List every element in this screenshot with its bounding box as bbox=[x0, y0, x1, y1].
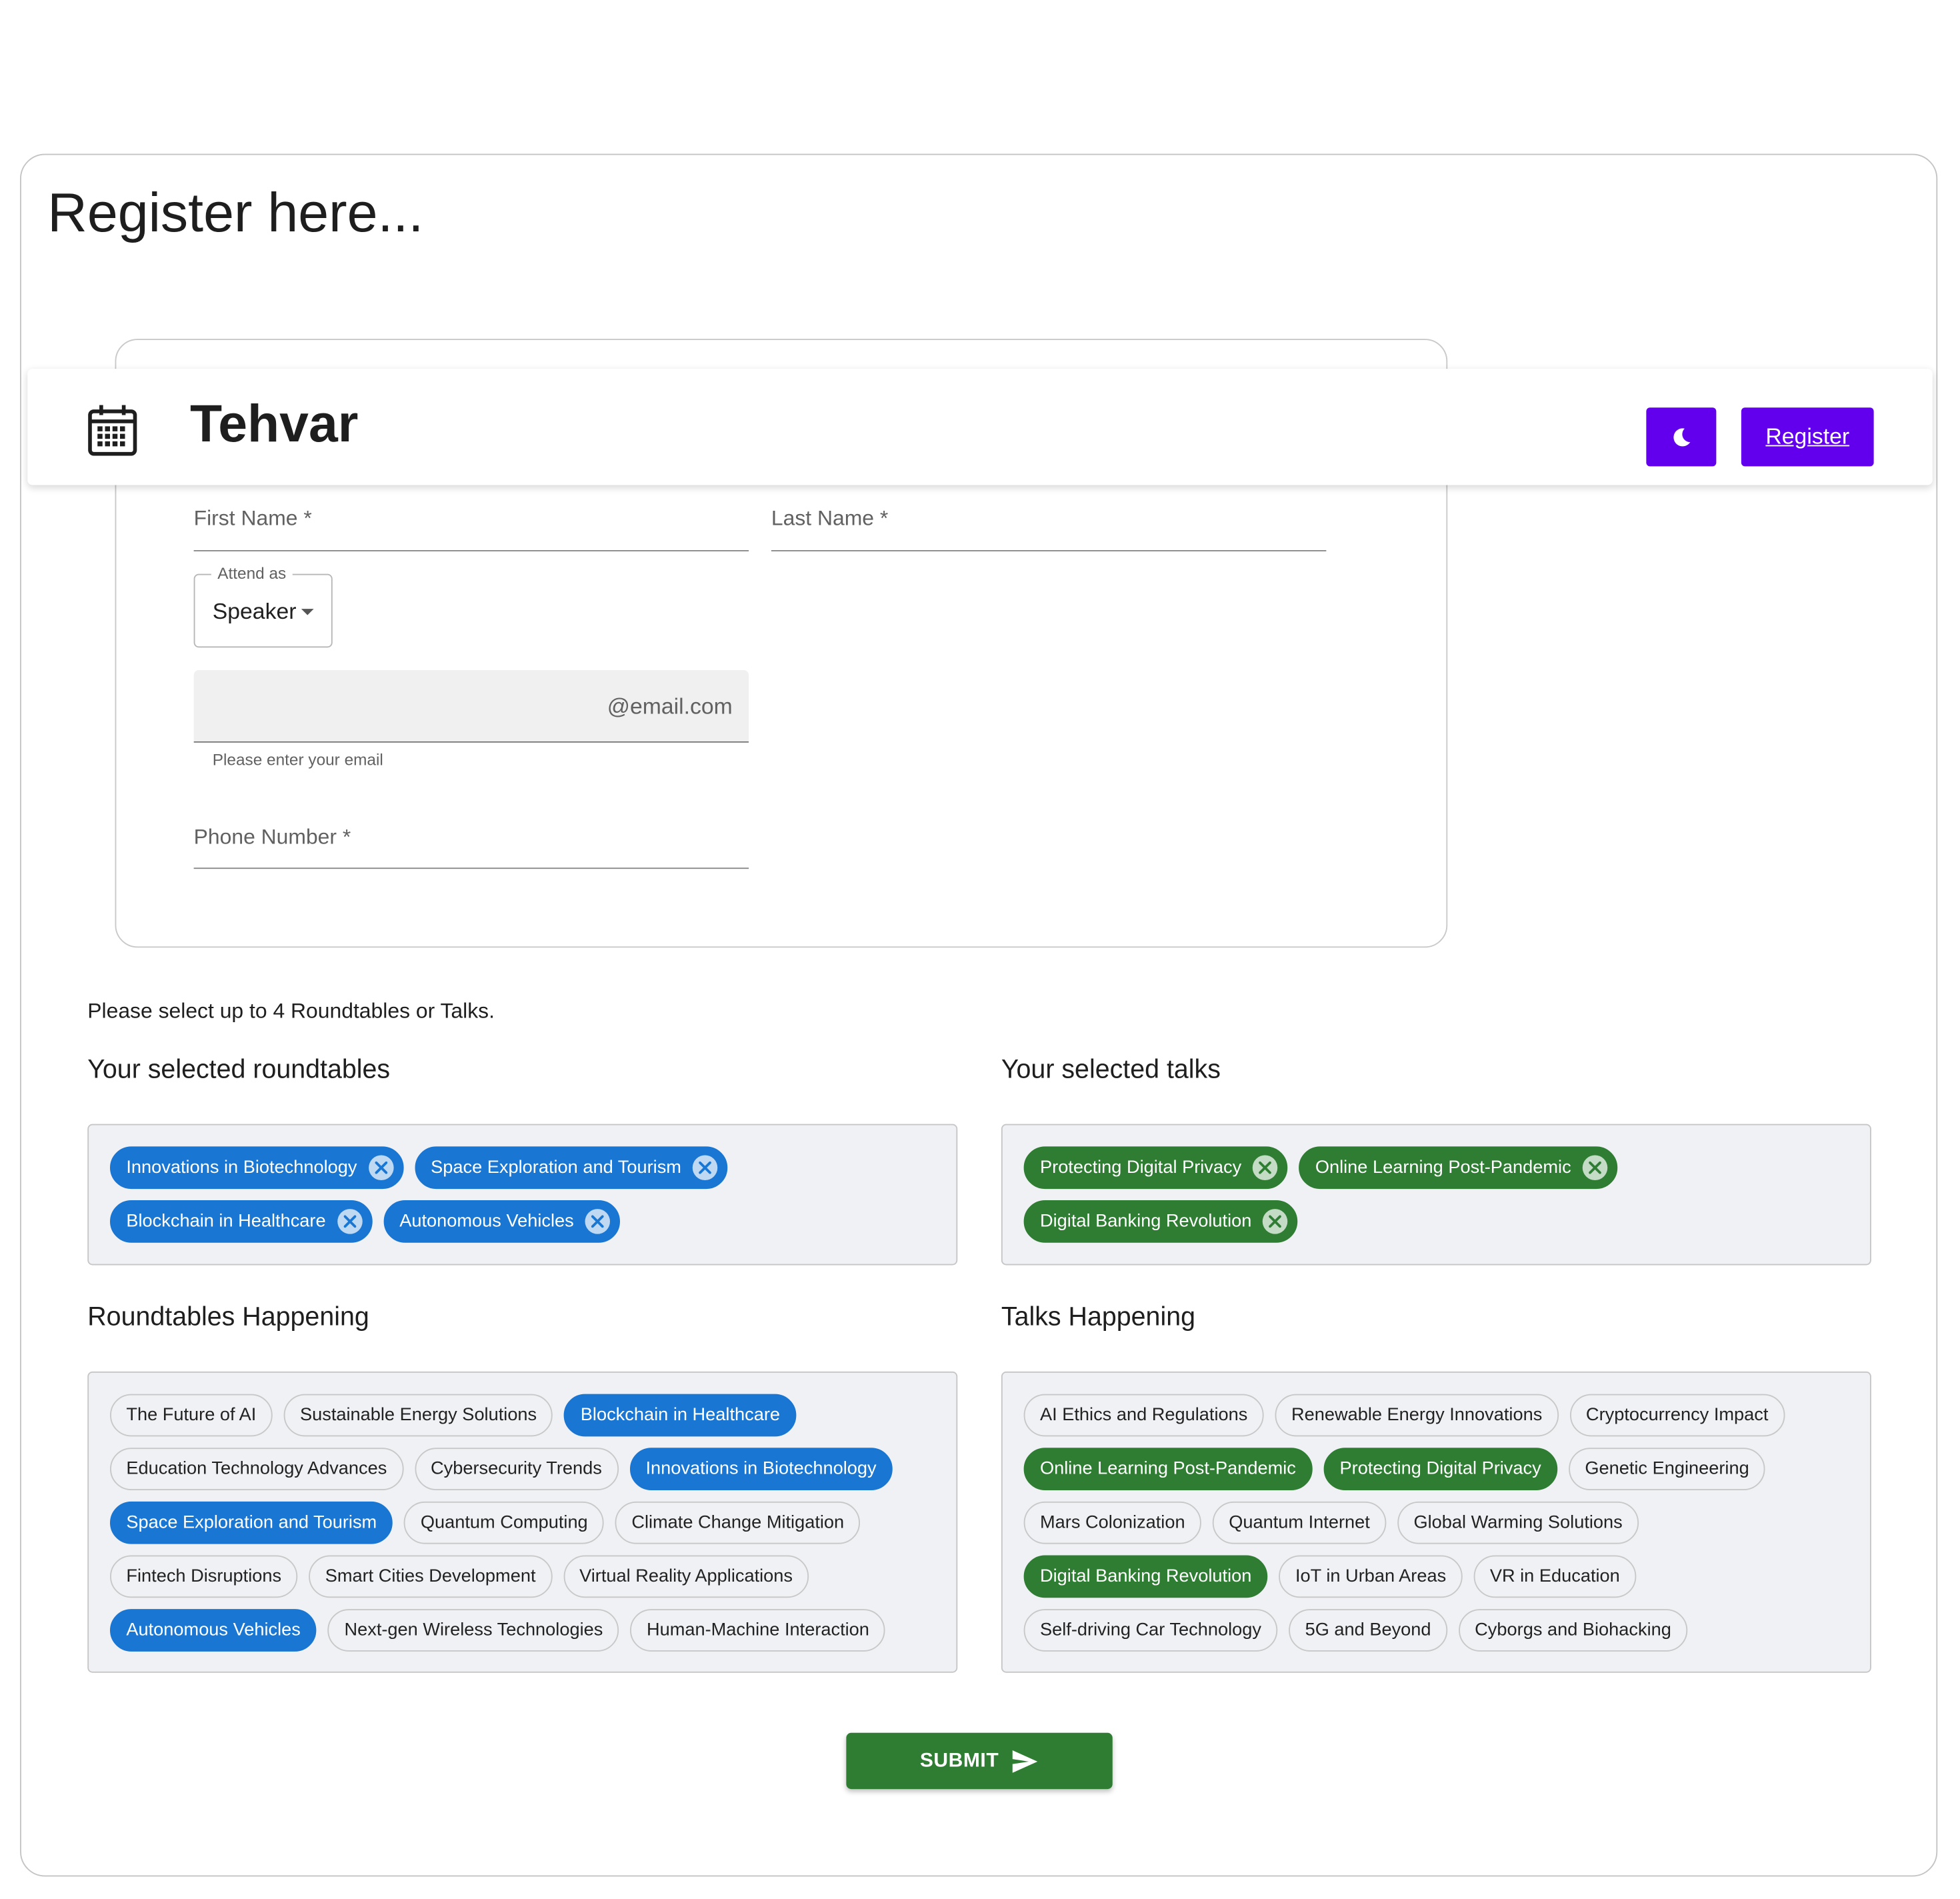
selected-talks-title: Your selected talks bbox=[1001, 1055, 1221, 1084]
talk-chip-self-driving-car-technology[interactable]: Self-driving Car Technology bbox=[1023, 1609, 1278, 1652]
selected-roundtable-chip-autonomous-vehicles[interactable]: Autonomous Vehicles bbox=[383, 1200, 621, 1243]
selected-roundtable-chip-space-exploration-and-tourism[interactable]: Space Exploration and Tourism bbox=[414, 1146, 728, 1190]
selected-talk-chip-digital-banking-revolution[interactable]: Digital Banking Revolution bbox=[1023, 1200, 1298, 1243]
attend-as-value: Speaker bbox=[212, 599, 297, 624]
talk-chip-renewable-energy-innovations[interactable]: Renewable Energy Innovations bbox=[1275, 1394, 1559, 1437]
roundtable-chip-climate-change-mitigation[interactable]: Climate Change Mitigation bbox=[615, 1501, 861, 1544]
chip-label: Protecting Digital Privacy bbox=[1040, 1158, 1242, 1178]
roundtable-chip-sustainable-energy-solutions[interactable]: Sustainable Energy Solutions bbox=[283, 1394, 553, 1437]
selected-talk-chip-protecting-digital-privacy[interactable]: Protecting Digital Privacy bbox=[1023, 1146, 1288, 1190]
brand-name: Tehvar bbox=[190, 393, 359, 453]
remove-icon[interactable] bbox=[1253, 1155, 1278, 1180]
talk-chip-online-learning-post-pandemic[interactable]: Online Learning Post-Pandemic bbox=[1023, 1448, 1313, 1490]
submit-button[interactable]: SUBMIT bbox=[846, 1732, 1113, 1790]
roundtable-chip-autonomous-vehicles[interactable]: Autonomous Vehicles bbox=[110, 1609, 317, 1652]
talk-chip-cryptocurrency-impact[interactable]: Cryptocurrency Impact bbox=[1569, 1394, 1785, 1437]
talks-title: Talks Happening bbox=[1001, 1302, 1195, 1332]
roundtable-chip-quantum-computing[interactable]: Quantum Computing bbox=[404, 1501, 605, 1544]
roundtable-chip-space-exploration-and-tourism[interactable]: Space Exploration and Tourism bbox=[110, 1501, 393, 1544]
page-title: Register here... bbox=[47, 182, 424, 244]
talk-chip-protecting-digital-privacy[interactable]: Protecting Digital Privacy bbox=[1323, 1448, 1558, 1490]
remove-icon[interactable] bbox=[692, 1155, 718, 1180]
talk-chip-mars-colonization[interactable]: Mars Colonization bbox=[1023, 1501, 1201, 1544]
submit-label: SUBMIT bbox=[919, 1750, 999, 1771]
phone-field[interactable] bbox=[193, 867, 749, 869]
talk-chip-cyborgs-and-biohacking[interactable]: Cyborgs and Biohacking bbox=[1458, 1609, 1688, 1652]
attend-as-select[interactable]: Attend as Speaker bbox=[193, 563, 333, 648]
roundtable-chip-human-machine-interaction[interactable]: Human-Machine Interaction bbox=[630, 1609, 886, 1652]
talk-chip-quantum-internet[interactable]: Quantum Internet bbox=[1212, 1501, 1387, 1544]
chip-label: Space Exploration and Tourism bbox=[431, 1158, 681, 1178]
talk-chip-iot-in-urban-areas[interactable]: IoT in Urban Areas bbox=[1279, 1555, 1463, 1598]
talk-chip-digital-banking-revolution[interactable]: Digital Banking Revolution bbox=[1023, 1555, 1268, 1598]
last-name-field[interactable] bbox=[771, 550, 1327, 551]
selected-talks-box: Protecting Digital Privacy Online Learnin… bbox=[1001, 1124, 1871, 1266]
talk-chip-genetic-engineering[interactable]: Genetic Engineering bbox=[1568, 1448, 1766, 1490]
email-field[interactable]: @email.com bbox=[193, 670, 749, 743]
remove-icon[interactable] bbox=[585, 1209, 611, 1234]
roundtable-chip-cybersecurity-trends[interactable]: Cybersecurity Trends bbox=[414, 1448, 619, 1490]
roundtable-chip-virtual-reality-applications[interactable]: Virtual Reality Applications bbox=[563, 1555, 809, 1598]
calendar-icon bbox=[88, 405, 137, 456]
register-button[interactable]: Register bbox=[1741, 407, 1874, 467]
moon-icon bbox=[1673, 427, 1691, 446]
chip-label: Innovations in Biotechnology bbox=[126, 1158, 357, 1178]
chip-label: Online Learning Post-Pandemic bbox=[1315, 1158, 1571, 1178]
email-suffix: @email.com bbox=[607, 693, 733, 719]
roundtable-chip-the-future-of-ai[interactable]: The Future of AI bbox=[110, 1394, 273, 1437]
roundtable-chip-innovations-in-biotechnology[interactable]: Innovations in Biotechnology bbox=[629, 1448, 893, 1490]
roundtables-box: The Future of AI Sustainable Energy Solut… bbox=[87, 1371, 958, 1673]
selection-instructions: Please select up to 4 Roundtables or Tal… bbox=[87, 999, 495, 1023]
talk-chip-global-warming-solutions[interactable]: Global Warming Solutions bbox=[1397, 1501, 1639, 1544]
talks-box: AI Ethics and Regulations Renewable Energ… bbox=[1001, 1371, 1871, 1673]
talk-chip-ai-ethics-and-regulations[interactable]: AI Ethics and Regulations bbox=[1023, 1394, 1264, 1437]
email-helper-text: Please enter your email bbox=[212, 750, 383, 769]
roundtable-chip-education-technology-advances[interactable]: Education Technology Advances bbox=[110, 1448, 403, 1490]
chip-label: Blockchain in Healthcare bbox=[126, 1211, 326, 1232]
selected-roundtable-chip-innovations-in-biotechnology[interactable]: Innovations in Biotechnology bbox=[110, 1146, 403, 1190]
roundtables-title: Roundtables Happening bbox=[87, 1302, 369, 1332]
talk-chip-vr-in-education[interactable]: VR in Education bbox=[1473, 1555, 1637, 1598]
chip-label: Digital Banking Revolution bbox=[1040, 1211, 1252, 1232]
last-name-label: Last Name * bbox=[771, 506, 889, 530]
selected-roundtables-title: Your selected roundtables bbox=[87, 1055, 391, 1084]
remove-icon[interactable] bbox=[1582, 1155, 1608, 1180]
first-name-label: First Name * bbox=[193, 506, 312, 530]
attend-as-label: Attend as bbox=[211, 563, 293, 583]
talk-chip-5g-and-beyond[interactable]: 5G and Beyond bbox=[1289, 1609, 1447, 1652]
chip-label: Autonomous Vehicles bbox=[399, 1211, 574, 1232]
remove-icon[interactable] bbox=[337, 1209, 362, 1234]
caret-down-icon bbox=[301, 609, 314, 615]
remove-icon[interactable] bbox=[368, 1155, 393, 1180]
navbar: Tehvar Register bbox=[27, 369, 1933, 485]
selected-roundtable-chip-blockchain-in-healthcare[interactable]: Blockchain in Healthcare bbox=[110, 1200, 372, 1243]
selected-roundtables-box: Innovations in Biotechnology Space Explor… bbox=[87, 1124, 958, 1266]
phone-label: Phone Number * bbox=[193, 825, 351, 849]
remove-icon[interactable] bbox=[1263, 1209, 1288, 1234]
roundtable-chip-blockchain-in-healthcare[interactable]: Blockchain in Healthcare bbox=[564, 1394, 797, 1437]
roundtable-chip-smart-cities-development[interactable]: Smart Cities Development bbox=[309, 1555, 552, 1598]
theme-toggle-button[interactable] bbox=[1646, 407, 1717, 467]
send-icon bbox=[1012, 1750, 1038, 1772]
roundtable-chip-fintech-disruptions[interactable]: Fintech Disruptions bbox=[110, 1555, 298, 1598]
first-name-field[interactable] bbox=[193, 550, 749, 551]
selected-talk-chip-online-learning-post-pandemic[interactable]: Online Learning Post-Pandemic bbox=[1299, 1146, 1618, 1190]
roundtable-chip-next-gen-wireless-technologies[interactable]: Next-gen Wireless Technologies bbox=[328, 1609, 619, 1652]
